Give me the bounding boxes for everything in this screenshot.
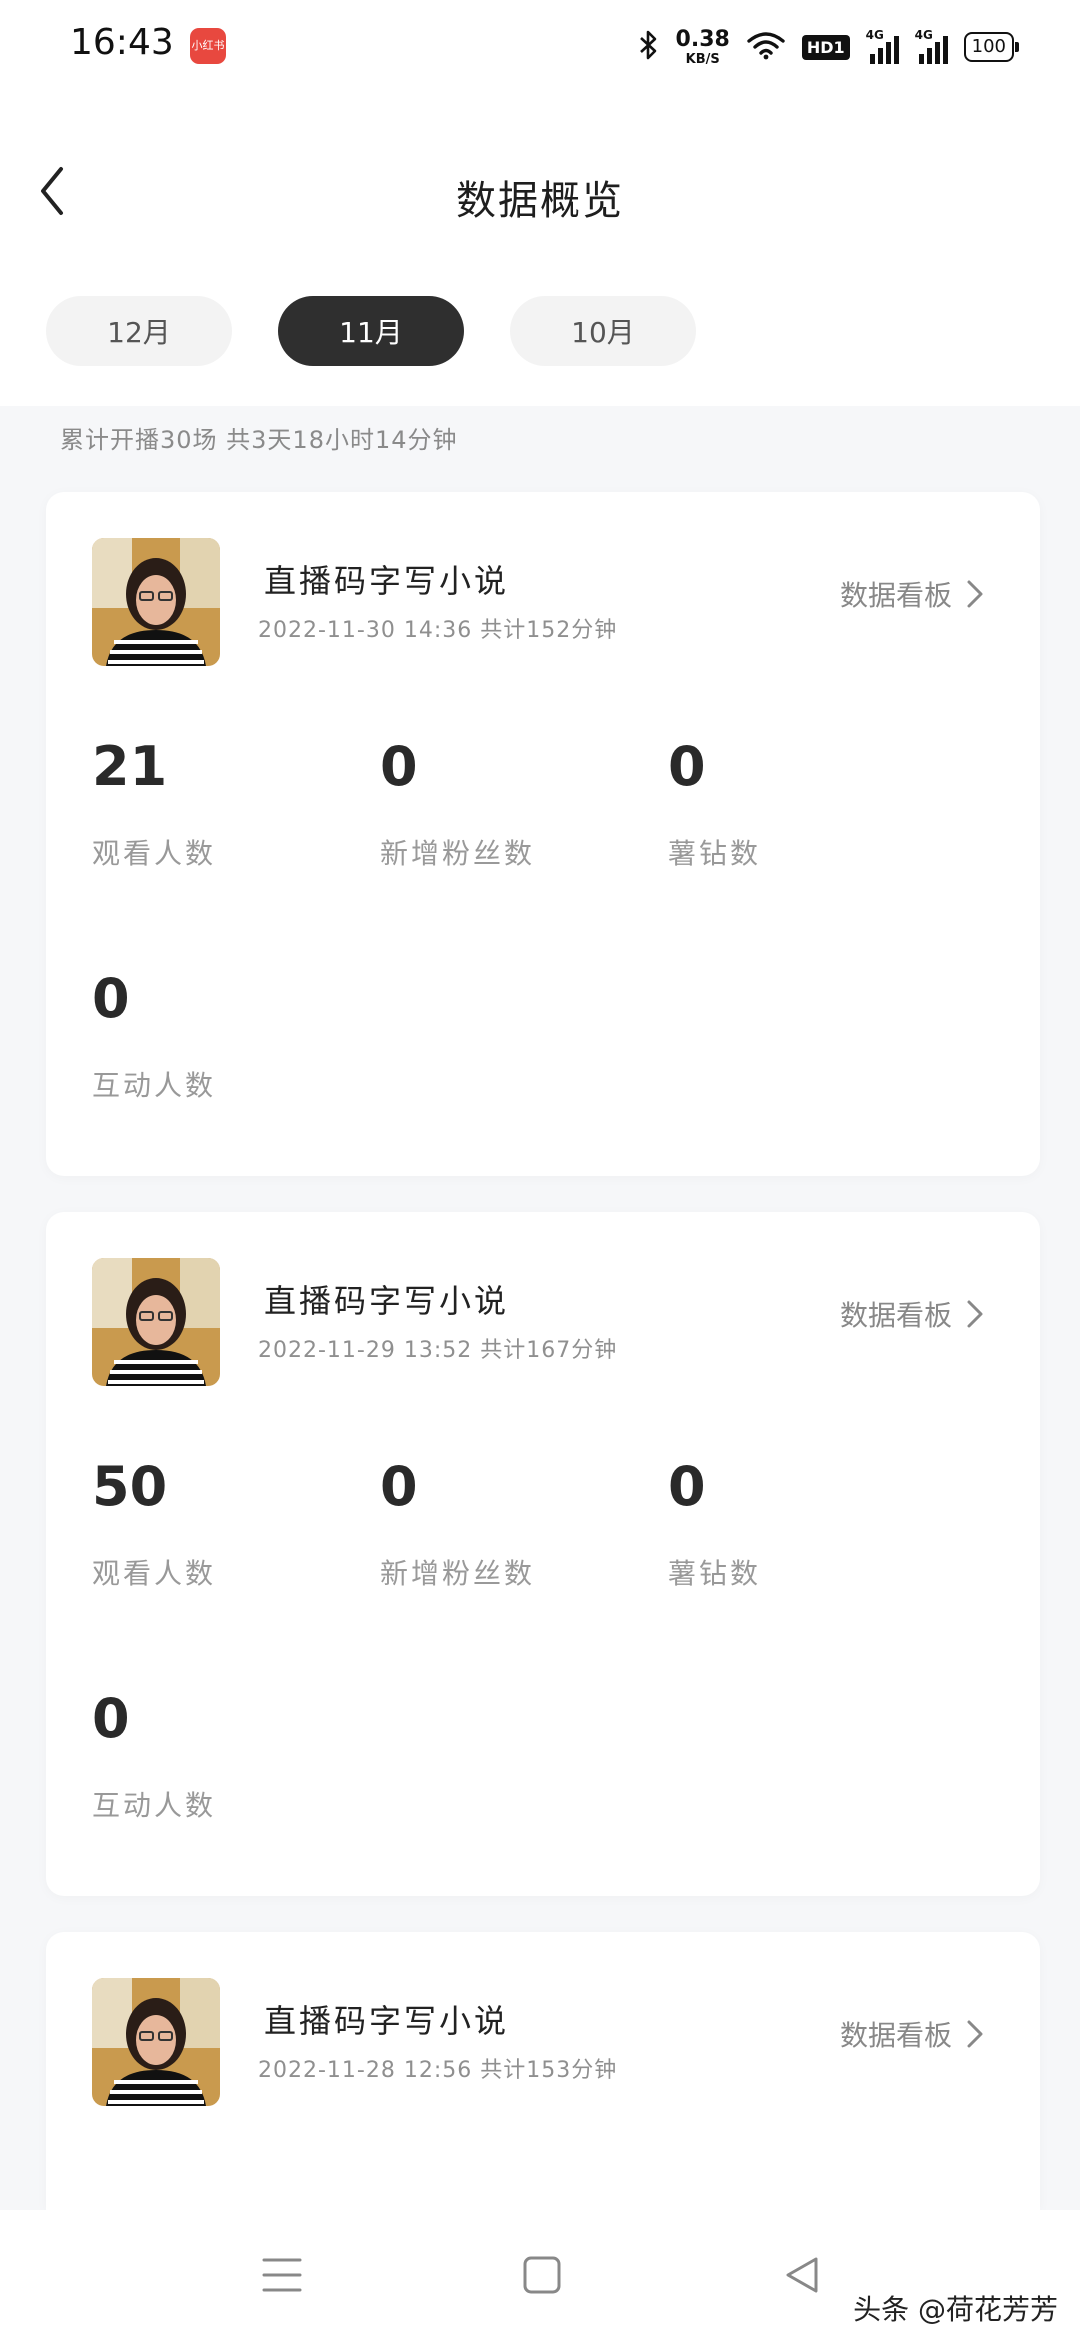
dashboard-label: 数据看板 [839, 2019, 952, 2052]
chevron-right-icon [967, 2020, 983, 2048]
avatar [92, 1978, 220, 2106]
dashboard-link[interactable]: 数据看板 [840, 574, 984, 614]
session-card: 直播码字写小说 2022-11-28 12:56 共计153分钟 数据看板 [46, 1932, 1040, 2210]
status-time: 16:43 [70, 22, 174, 63]
network-speed: 0.38 KB/S [675, 26, 730, 67]
stat-label: 互动人数 [92, 1069, 217, 1102]
dashboard-link[interactable]: 数据看板 [840, 1294, 984, 1334]
tab-november[interactable]: 11月 [278, 296, 464, 366]
chevron-right-icon [967, 580, 983, 608]
menu-icon [262, 2258, 302, 2292]
chevron-right-icon [967, 1300, 983, 1328]
stat-label: 薯钻数 [668, 1557, 762, 1590]
dashboard-label: 数据看板 [839, 1299, 952, 1332]
stat-diamonds: 0 薯钻数 [668, 740, 761, 872]
network-speed-value: 0.38 [675, 26, 730, 52]
bluetooth-icon [638, 29, 660, 65]
signal-icon-sim1: 4G [865, 28, 899, 64]
stat-value: 0 [92, 1687, 130, 1750]
page: 16:43 小红书 0.38 KB/S HD1 4G 4G 100 数据概览 1… [0, 0, 1080, 2340]
battery-icon: 100 [963, 32, 1020, 62]
broadcast-summary: 累计开播30场 共3天18小时14分钟 [60, 426, 458, 454]
month-tabs: 12月 11月 10月 [0, 296, 1080, 406]
dashboard-label: 数据看板 [839, 579, 952, 612]
avatar [92, 1258, 220, 1386]
network-speed-unit: KB/S [685, 51, 720, 67]
session-meta: 2022-11-29 13:52 共计167分钟 [258, 1338, 618, 1363]
status-bar: 16:43 小红书 0.38 KB/S HD1 4G 4G 100 [0, 0, 1080, 96]
stat-viewers: 50 观看人数 [92, 1460, 216, 1592]
stat-value: 0 [668, 735, 706, 798]
stat-diamonds: 0 薯钻数 [668, 1460, 761, 1592]
stat-label: 互动人数 [92, 1789, 217, 1822]
session-title: 直播码字写小说 [264, 2002, 510, 2040]
status-icons: 0.38 KB/S HD1 4G 4G 100 [638, 22, 1020, 72]
session-title: 直播码字写小说 [264, 562, 510, 600]
recent-apps-button[interactable] [222, 2210, 342, 2340]
avatar [92, 538, 220, 666]
signal-label: 4G [865, 28, 884, 42]
system-back-button[interactable] [742, 2210, 862, 2340]
stat-value: 0 [92, 967, 130, 1030]
stat-viewers: 21 观看人数 [92, 740, 216, 872]
session-meta: 2022-11-28 12:56 共计153分钟 [258, 2058, 618, 2083]
stat-value: 0 [668, 1455, 706, 1518]
tab-october[interactable]: 10月 [510, 296, 696, 366]
stat-label: 薯钻数 [668, 837, 762, 870]
stat-label: 观看人数 [92, 837, 217, 870]
tab-december[interactable]: 12月 [46, 296, 232, 366]
stat-value: 21 [92, 735, 168, 798]
stat-label: 新增粉丝数 [380, 837, 536, 870]
signal-icon-sim2: 4G [914, 28, 948, 64]
stat-value: 0 [380, 735, 418, 798]
wifi-icon [746, 30, 786, 64]
signal-label: 4G [914, 28, 933, 42]
page-title: 数据概览 [456, 178, 624, 224]
session-card: 直播码字写小说 2022-11-29 13:52 共计167分钟 数据看板 50… [46, 1212, 1040, 1896]
stat-new-followers: 0 新增粉丝数 [380, 1460, 535, 1592]
hd-voice-badge: HD1 [801, 34, 850, 60]
triangle-back-icon [786, 2257, 818, 2293]
page-header: 数据概览 [0, 96, 1080, 296]
stat-value: 50 [92, 1455, 168, 1518]
stat-label: 观看人数 [92, 1557, 217, 1590]
session-meta: 2022-11-30 14:36 共计152分钟 [258, 618, 618, 643]
dashboard-link[interactable]: 数据看板 [840, 2014, 984, 2054]
watermark: 头条 @荷花芳芳 [853, 2293, 1058, 2326]
stat-interactions: 0 互动人数 [92, 972, 216, 1104]
session-card: 直播码字写小说 2022-11-30 14:36 共计152分钟 数据看板 21… [46, 492, 1040, 1176]
home-button[interactable] [482, 2210, 602, 2340]
stat-label: 新增粉丝数 [380, 1557, 536, 1590]
stat-new-followers: 0 新增粉丝数 [380, 740, 535, 872]
session-title: 直播码字写小说 [264, 1282, 510, 1320]
app-notification-icon: 小红书 [190, 28, 226, 64]
square-home-icon [523, 2256, 561, 2294]
stat-interactions: 0 互动人数 [92, 1692, 216, 1824]
stat-value: 0 [380, 1455, 418, 1518]
